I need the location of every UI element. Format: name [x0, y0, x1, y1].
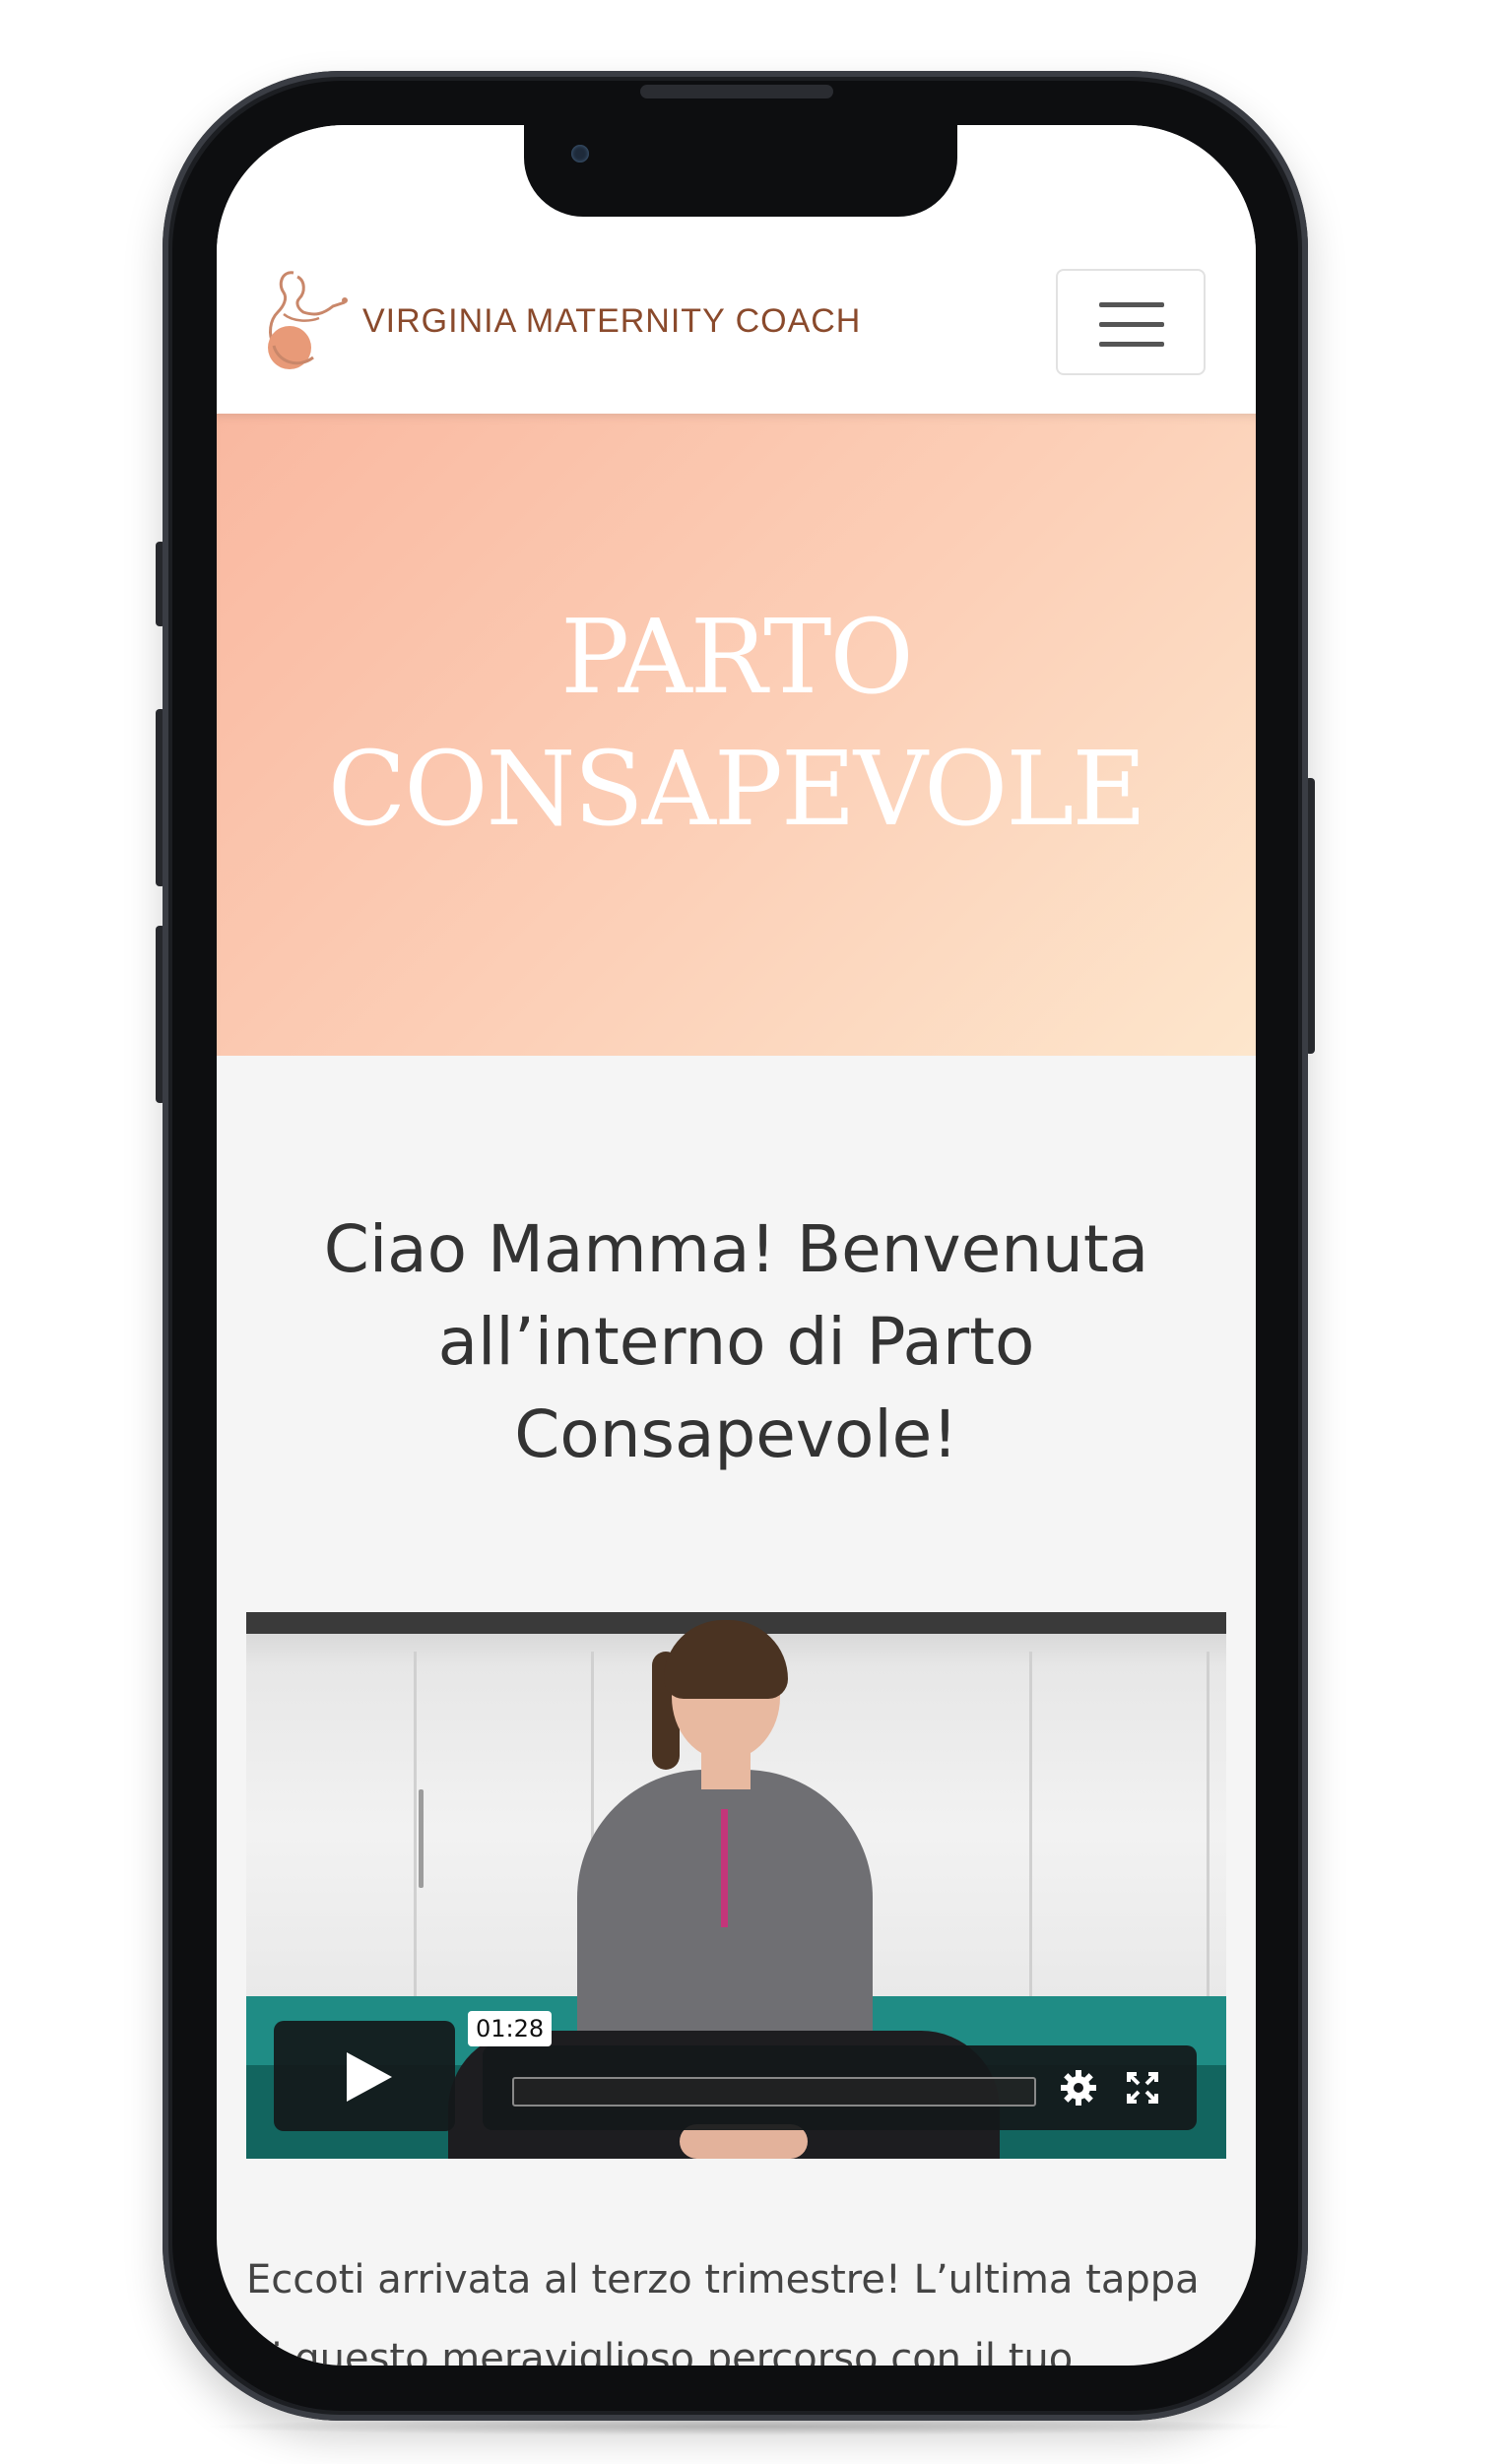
hero-banner: PARTO CONSAPEVOLE [217, 414, 1256, 1056]
welcome-line3: Consapevole! [514, 1396, 958, 1472]
phone-notch [524, 113, 957, 217]
video-cabinet-handle [419, 1789, 424, 1888]
phone-screen: VIRGINIA MATERNITY COACH PARTO CONSAPEVO… [217, 125, 1256, 2366]
play-icon [347, 2052, 392, 2102]
video-play-button[interactable] [274, 2021, 455, 2131]
menu-line [1099, 302, 1164, 307]
video-cabinet [414, 1652, 594, 2045]
hero-title: PARTO CONSAPEVOLE [217, 591, 1256, 855]
video-person-zip [721, 1809, 728, 1927]
hamburger-menu-button[interactable] [1056, 269, 1206, 375]
welcome-line2: all’interno di Parto [437, 1304, 1035, 1380]
video-progress-bar[interactable] [512, 2077, 1036, 2107]
front-camera [571, 145, 589, 162]
video-cabinet [857, 1652, 1032, 2045]
phone-speaker [640, 85, 833, 98]
intro-line2: di questo meraviglioso percorso con il t… [246, 2336, 1074, 2366]
video-player[interactable]: 01:28 [246, 1612, 1226, 2159]
hero-title-line1: PARTO [560, 597, 914, 717]
fullscreen-icon[interactable] [1123, 2068, 1162, 2107]
welcome-heading: Ciao Mamma! Benvenuta all’interno di Par… [256, 1203, 1216, 1481]
pregnant-woman-logo-icon[interactable] [254, 263, 353, 376]
welcome-line1: Ciao Mamma! Benvenuta [323, 1211, 1149, 1287]
video-time-tooltip: 01:28 [468, 2011, 553, 2046]
site-brand-name[interactable]: VIRGINIA MATERNITY COACH [362, 302, 861, 341]
intro-paragraph: Eccoti arrivata al terzo trimestre! L’ul… [246, 2240, 1226, 2366]
video-control-bar [483, 2045, 1197, 2130]
intro-line1: Eccoti arrivata al terzo trimestre! L’ul… [246, 2257, 1200, 2302]
video-cabinet [246, 1652, 417, 2045]
menu-line [1099, 342, 1164, 347]
video-cabinet [1029, 1652, 1209, 2045]
menu-line [1099, 322, 1164, 327]
hero-title-line2: CONSAPEVOLE [327, 729, 1147, 849]
gear-icon[interactable] [1059, 2068, 1098, 2107]
